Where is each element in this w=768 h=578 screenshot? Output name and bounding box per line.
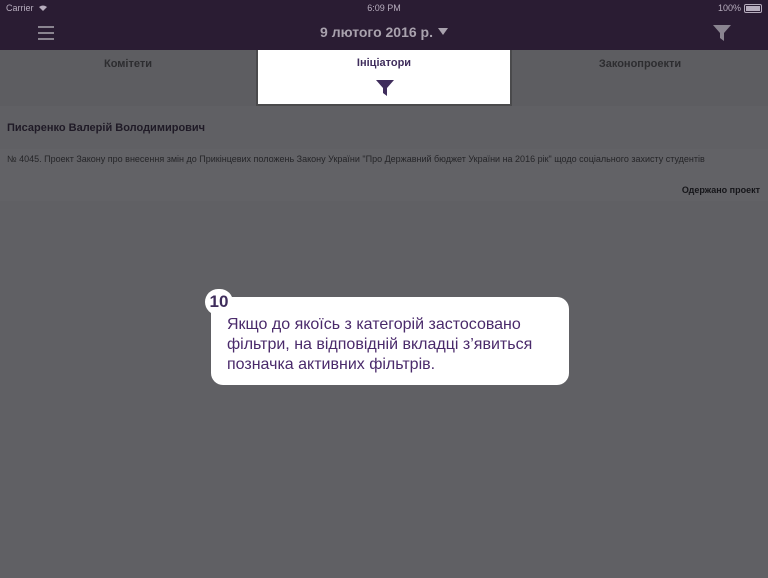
bill-status: Одержано проект xyxy=(681,185,760,195)
tooltip-text: Якщо до якоїсь з категорій застосовано ф… xyxy=(227,316,533,373)
category-tabs: Комітети Ініціатори Законопроекти xyxy=(0,50,768,106)
active-filter-icon xyxy=(376,80,394,96)
clock: 6:09 PM xyxy=(367,3,401,13)
caret-down-icon xyxy=(437,28,448,35)
tab-label: Законопроекти xyxy=(598,58,682,70)
list-item[interactable]: № 4045. Проект Закону про внесення змін … xyxy=(0,149,768,201)
tab-committees[interactable]: Комітети xyxy=(0,50,256,106)
date-label: 9 лютого 2016 р. xyxy=(320,24,433,40)
initiator-name: Писаренко Валерій Володимирович xyxy=(7,122,206,134)
tab-initiators[interactable]: Ініціатори xyxy=(256,50,512,106)
navigation-bar: 9 лютого 2016 р. xyxy=(0,16,768,50)
status-bar: Carrier 6:09 PM 100% xyxy=(0,0,768,16)
battery-icon xyxy=(744,3,762,13)
bill-description: № 4045. Проект Закону про внесення змін … xyxy=(7,154,705,164)
battery-percent: 100% xyxy=(717,3,741,13)
date-selector[interactable]: 9 лютого 2016 р. xyxy=(0,24,768,40)
tab-label: Ініціатори xyxy=(356,57,412,69)
filter-icon[interactable] xyxy=(712,23,732,43)
battery-status: 100% xyxy=(718,3,762,13)
tab-label: Комітети xyxy=(104,58,152,70)
tutorial-tooltip[interactable]: Якщо до якоїсь з категорій застосовано ф… xyxy=(211,297,569,385)
tab-bills[interactable]: Законопроекти xyxy=(512,50,768,106)
tooltip-step-number: 10 xyxy=(205,289,233,315)
